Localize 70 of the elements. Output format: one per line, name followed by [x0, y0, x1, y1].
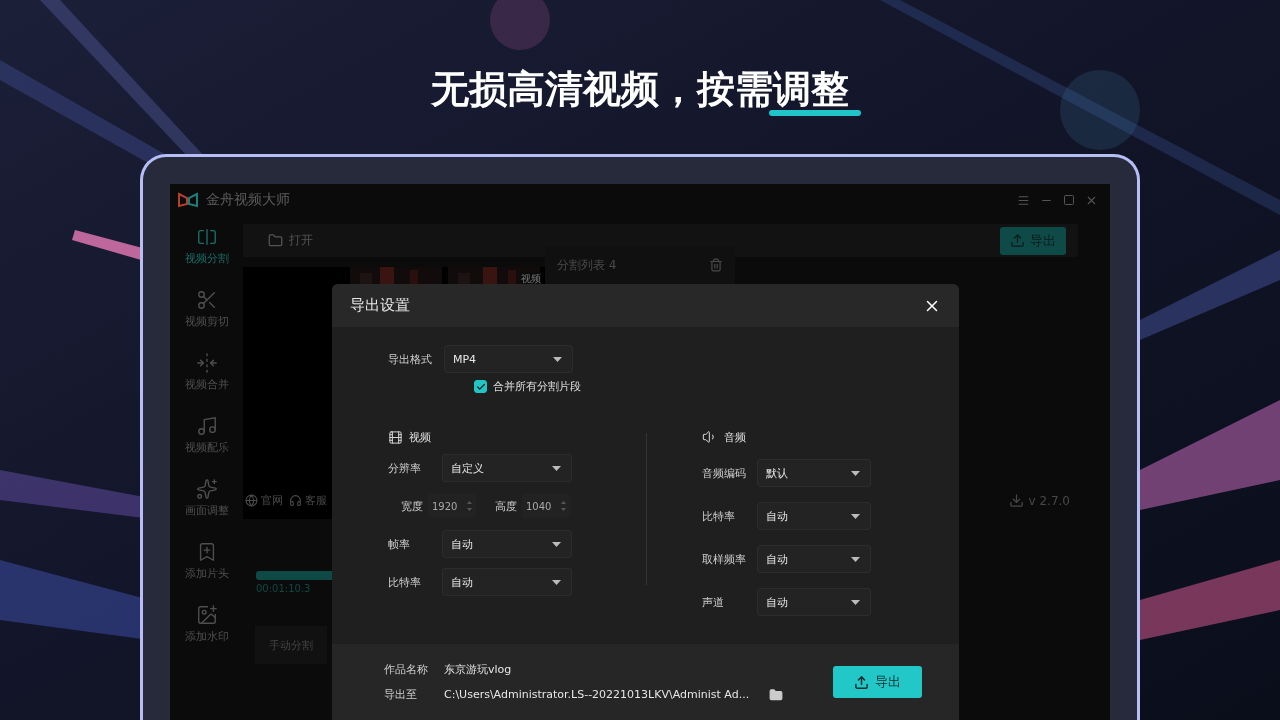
spin-arrows-icon: [561, 500, 566, 512]
section-title: 视频: [409, 429, 431, 445]
project-name: 东京游玩vlog: [444, 662, 512, 677]
field-label: 音频编码: [702, 465, 747, 481]
dropdown[interactable]: 自动: [757, 502, 871, 530]
upload-icon: [854, 674, 869, 690]
field-label: 导出至: [384, 687, 418, 702]
logo-icon: [178, 192, 198, 208]
caret-icon: [851, 470, 860, 476]
field-label: 导出格式: [388, 351, 433, 367]
caret-icon: [552, 465, 561, 471]
image-plus-icon: [195, 604, 218, 626]
upload-icon: [1010, 233, 1025, 248]
checkbox-label: 合并所有分割片段: [493, 379, 581, 394]
timecode: 00:01:10.3: [256, 583, 311, 594]
film-icon: [388, 429, 403, 445]
app-title: 金舟视频大师: [206, 191, 290, 209]
link-button[interactable]: 客服: [289, 493, 327, 508]
split-icon: [195, 226, 218, 248]
headphones-icon: [289, 494, 302, 507]
caret-icon: [851, 599, 860, 605]
trash-icon[interactable]: [709, 258, 723, 272]
output-path: C:\Users\Administrator.LS--20221013LKV\Administ Ad...: [444, 688, 750, 701]
field-label: 宽度: [401, 498, 423, 514]
version-text: v 2.7.0: [1028, 493, 1070, 508]
field-label: 帧率: [388, 536, 411, 552]
glow-spot: [490, 0, 550, 50]
checkbox[interactable]: [474, 380, 487, 393]
dropdown[interactable]: 自动: [757, 545, 871, 573]
sparkle-icon: [195, 478, 218, 500]
caret-icon: [552, 579, 561, 585]
dropdown[interactable]: 自定义: [442, 454, 572, 482]
field-label: 比特率: [702, 508, 736, 524]
dropdown[interactable]: 自动: [757, 588, 871, 616]
section-title: 音频: [724, 429, 746, 445]
caret-icon: [552, 541, 561, 547]
field-label: 分辨率: [388, 460, 422, 476]
sidebar-item[interactable]: 视频分割: [170, 226, 243, 289]
spin-arrows-icon: [467, 500, 472, 512]
folder-icon: [268, 233, 283, 248]
export-button[interactable]: 导出: [833, 666, 922, 698]
dropdown[interactable]: 默认: [757, 459, 871, 487]
dropdown[interactable]: 自动: [442, 568, 572, 596]
scissors-icon: [195, 289, 218, 311]
download-icon: [1008, 493, 1024, 508]
menu-icon[interactable]: [1017, 193, 1030, 207]
sidebar-item[interactable]: 视频剪切: [170, 289, 243, 352]
sidebar-item[interactable]: 视频合并: [170, 352, 243, 415]
link-button[interactable]: 官网: [245, 493, 283, 508]
field-label: 作品名称: [384, 662, 429, 677]
dropdown[interactable]: MP4: [444, 345, 573, 373]
field-label: 取样频率: [702, 551, 747, 567]
sidebar-item[interactable]: 添加水印: [170, 604, 243, 667]
music-icon: [195, 415, 218, 437]
folder-icon[interactable]: [769, 687, 784, 702]
caret-icon: [851, 513, 860, 519]
caret-icon: [851, 556, 860, 562]
headline: 无损高清视频，按需调整: [431, 68, 849, 110]
field-label: 比特率: [388, 574, 422, 590]
maximize-icon[interactable]: [1063, 193, 1075, 206]
merge-icon: [195, 352, 218, 374]
field-label: 高度: [495, 498, 517, 514]
dropdown[interactable]: 自动: [442, 530, 572, 558]
field-label: 声道: [702, 594, 725, 610]
sidebar-item[interactable]: 添加片头: [170, 541, 243, 604]
sidebar-item[interactable]: 视频配乐: [170, 415, 243, 478]
caret-icon: [553, 356, 562, 362]
globe-icon: [245, 494, 258, 507]
dialog-title: 导出设置: [350, 296, 410, 315]
open-button[interactable]: 打开: [268, 232, 313, 249]
